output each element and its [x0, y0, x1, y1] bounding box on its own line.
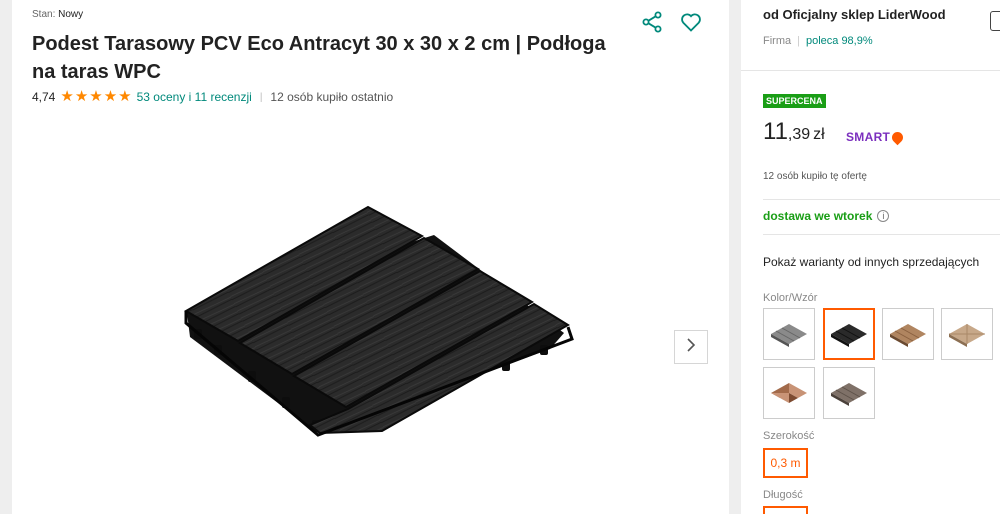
product-image[interactable] — [142, 115, 607, 514]
color-swatch-grey[interactable] — [763, 308, 815, 360]
star-icon: ★ — [60, 88, 74, 105]
offer-panel: od Oficjalny sklep LiderWood Firma | polec… — [741, 0, 1000, 514]
seller-meta: Firma | poleca 98,9% — [763, 35, 873, 47]
star-icon: ★ — [74, 88, 89, 105]
price: 11,39 zł — [763, 118, 825, 146]
star-icon: ★ — [103, 88, 118, 105]
rating-row: 4,74 ★ ★ ★ ★ ★ 53 oceny i 11 recenzji | … — [32, 88, 394, 105]
color-label: Kolor/Wzór — [763, 292, 818, 304]
condition-value: Nowy — [58, 9, 84, 20]
other-sellers-link[interactable]: Pokaż warianty od innych sprzedających — [763, 255, 979, 269]
price-integer: 11 — [763, 118, 788, 145]
separator: | — [797, 35, 800, 47]
seller-rating[interactable]: poleca 98,9% — [806, 35, 873, 47]
price-decimal: ,39 — [787, 126, 811, 143]
rating-value: 4,74 — [32, 90, 56, 104]
seller-name[interactable]: od Oficjalny sklep LiderWood — [763, 7, 946, 22]
length-label: Długość — [763, 489, 803, 501]
chevron-right-icon — [685, 337, 697, 357]
seller-type: Firma — [763, 35, 792, 47]
color-swatch-taupe[interactable] — [823, 367, 875, 419]
smart-pin-icon — [889, 129, 906, 145]
next-image-button[interactable] — [674, 330, 708, 364]
width-label: Szerokość — [763, 430, 815, 442]
delivery-info: dostawa we wtorek i — [763, 209, 890, 223]
delivery-text: dostawa we wtorek — [763, 209, 873, 223]
star-icon: ★ — [89, 88, 103, 105]
offer-bought: 12 osób kupiło tę ofertę — [763, 171, 867, 182]
color-swatch-wood[interactable] — [882, 308, 934, 360]
seller-info-icon[interactable] — [990, 11, 1000, 31]
supercena-badge: SUPERCENA — [763, 94, 826, 108]
divider — [763, 199, 1000, 200]
bought-recently: 12 osób kupiło ostatnio — [270, 90, 394, 104]
product-panel: Stan: Nowy Podest Tarasowy PCV Eco Antra… — [12, 0, 729, 514]
info-icon[interactable]: i — [877, 210, 890, 222]
smart-label: SMART — [846, 130, 891, 144]
reviews-link[interactable]: 53 oceny i 11 recenzji — [137, 90, 252, 104]
price-currency: zł — [813, 126, 825, 143]
divider — [763, 234, 1000, 235]
separator: | — [259, 91, 263, 103]
color-swatch-brown-mix[interactable] — [763, 367, 815, 419]
color-swatch-beige[interactable] — [941, 308, 993, 360]
product-title: Podest Tarasowy PCV Eco Antracyt 30 x 30… — [32, 33, 606, 83]
condition: Stan: Nowy — [32, 9, 83, 20]
rating-stars: ★ ★ ★ ★ ★ — [60, 88, 132, 105]
star-icon: ★ — [118, 88, 132, 105]
color-swatch-antracyt[interactable] — [823, 308, 875, 360]
length-option[interactable] — [763, 506, 808, 514]
divider — [741, 70, 1000, 71]
share-icon[interactable] — [640, 10, 664, 34]
heart-icon[interactable] — [679, 10, 703, 34]
page: Stan: Nowy Podest Tarasowy PCV Eco Antra… — [0, 0, 1000, 514]
condition-label: Stan: — [32, 9, 56, 20]
smart-badge[interactable]: SMART — [846, 129, 906, 145]
width-option[interactable]: 0,3 m — [763, 448, 808, 478]
